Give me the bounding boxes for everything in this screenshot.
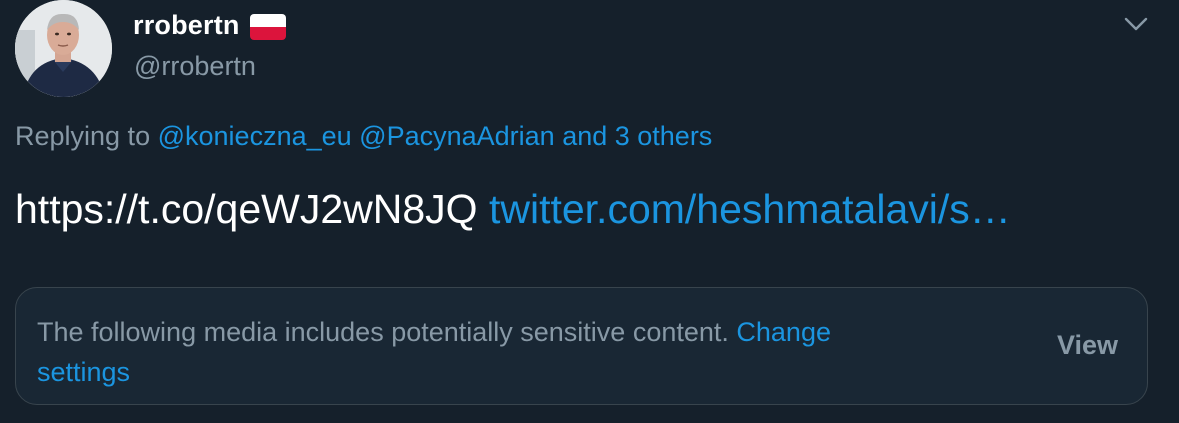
replying-others-link[interactable]: and 3 others (562, 121, 712, 151)
replying-to-line: Replying to @konieczna_eu @PacynaAdrian … (15, 121, 712, 152)
author-display-name[interactable]: rrobertn (133, 10, 240, 41)
author-name-row[interactable]: rrobertn (133, 10, 286, 41)
author-handle[interactable]: @rrobertn (134, 51, 256, 82)
sensitive-notice-text: The following media includes potentially… (37, 317, 729, 347)
settings-word[interactable]: settings (37, 357, 130, 387)
chevron-down-icon[interactable] (1120, 8, 1152, 40)
mention-pacynaadrian[interactable]: @PacynaAdrian (359, 121, 555, 151)
tweet-text: https://t.co/qeWJ2wN8JQ twitter.com/hesh… (15, 186, 1011, 233)
change-word[interactable]: Change (736, 317, 831, 347)
avatar[interactable] (15, 0, 112, 97)
replying-to-prefix: Replying to (15, 121, 151, 151)
sensitive-notice: The following media includes potentially… (37, 312, 947, 392)
tweet: rrobertn @rrobertn Replying to @konieczn… (0, 0, 1179, 423)
avatar-photo (15, 0, 112, 97)
tweet-quoted-link[interactable]: twitter.com/heshmatalavi/s… (489, 186, 1011, 232)
sensitive-media-card: The following media includes potentially… (15, 287, 1148, 405)
tweet-short-link: https://t.co/qeWJ2wN8JQ (15, 186, 478, 232)
poland-flag-icon (249, 13, 286, 40)
view-button[interactable]: View (1057, 330, 1118, 361)
mention-konieczna-eu[interactable]: @konieczna_eu (158, 121, 352, 151)
